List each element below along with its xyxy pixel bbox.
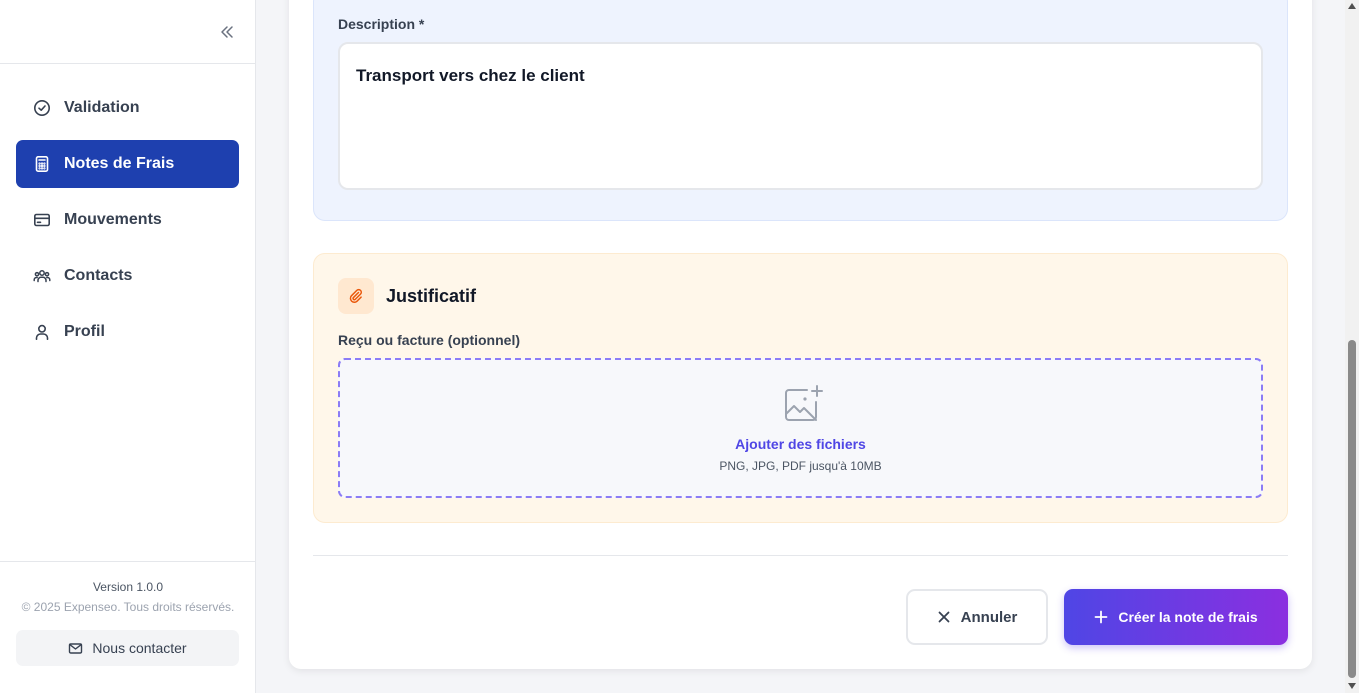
contact-us-button[interactable]: Nous contacter [16, 630, 239, 666]
sidebar-header [0, 0, 255, 64]
close-icon [938, 611, 950, 623]
user-icon [35, 324, 49, 340]
sidebar: Validation Notes de Frais Mouvements Con… [0, 0, 256, 693]
sidebar-item-notes-de-frais[interactable]: Notes de Frais [16, 140, 239, 188]
card-icon [33, 213, 51, 227]
sidebar-item-profil[interactable]: Profil [16, 308, 239, 356]
paperclip-icon [349, 288, 362, 303]
calculator-icon [35, 155, 49, 172]
copyright-text: © 2025 Expenseo. Tous droits réservés. [21, 600, 235, 614]
cancel-button[interactable]: Annuler [906, 589, 1048, 645]
sidebar-item-mouvements[interactable]: Mouvements [16, 196, 239, 244]
sidebar-item-contacts[interactable]: Contacts [16, 252, 239, 300]
sidebar-item-label: Contacts [64, 267, 133, 284]
add-files-link[interactable]: Ajouter des fichiers [340, 436, 1261, 452]
sidebar-item-label: Validation [64, 99, 140, 116]
file-format-hint: PNG, JPG, PDF jusqu'à 10MB [719, 459, 882, 473]
receipt-label: Reçu ou facture (optionnel) [338, 332, 520, 348]
sidebar-item-label: Notes de Frais [64, 155, 175, 172]
justificatif-icon-box [338, 278, 374, 314]
users-icon [33, 270, 51, 283]
form-divider [313, 555, 1288, 556]
description-textarea[interactable]: Transport vers chez le client [338, 42, 1263, 190]
contact-us-label: Nous contacter [92, 640, 187, 656]
sidebar-item-validation[interactable]: Validation [16, 84, 239, 132]
sidebar-item-label: Profil [64, 323, 105, 340]
check-circle-icon [34, 100, 50, 116]
sidebar-nav: Validation Notes de Frais Mouvements Con… [16, 84, 239, 364]
scrollbar-thumb[interactable] [1348, 340, 1356, 678]
scroll-down-arrow-icon[interactable] [1348, 683, 1356, 689]
chevrons-left-icon [221, 26, 233, 38]
create-expense-label: Créer la note de frais [1118, 609, 1258, 625]
scroll-up-arrow-icon[interactable] [1348, 3, 1356, 9]
description-label: Description * [338, 16, 425, 32]
page-scrollbar[interactable] [1345, 0, 1359, 693]
sidebar-item-label: Mouvements [64, 211, 162, 228]
mail-icon [69, 642, 83, 654]
app-version: Version 1.0.0 [92, 580, 164, 594]
plus-icon [1094, 610, 1108, 624]
cancel-label: Annuler [960, 608, 1018, 626]
sidebar-footer: Version 1.0.0 © 2025 Expenseo. Tous droi… [0, 561, 256, 693]
image-plus-icon [785, 385, 823, 421]
collapse-sidebar-button[interactable] [214, 20, 240, 44]
file-dropzone[interactable]: Ajouter des fichiers PNG, JPG, PDF jusqu… [338, 358, 1263, 498]
create-expense-button[interactable]: Créer la note de frais [1064, 589, 1288, 645]
justificatif-title: Justificatif [386, 286, 477, 306]
